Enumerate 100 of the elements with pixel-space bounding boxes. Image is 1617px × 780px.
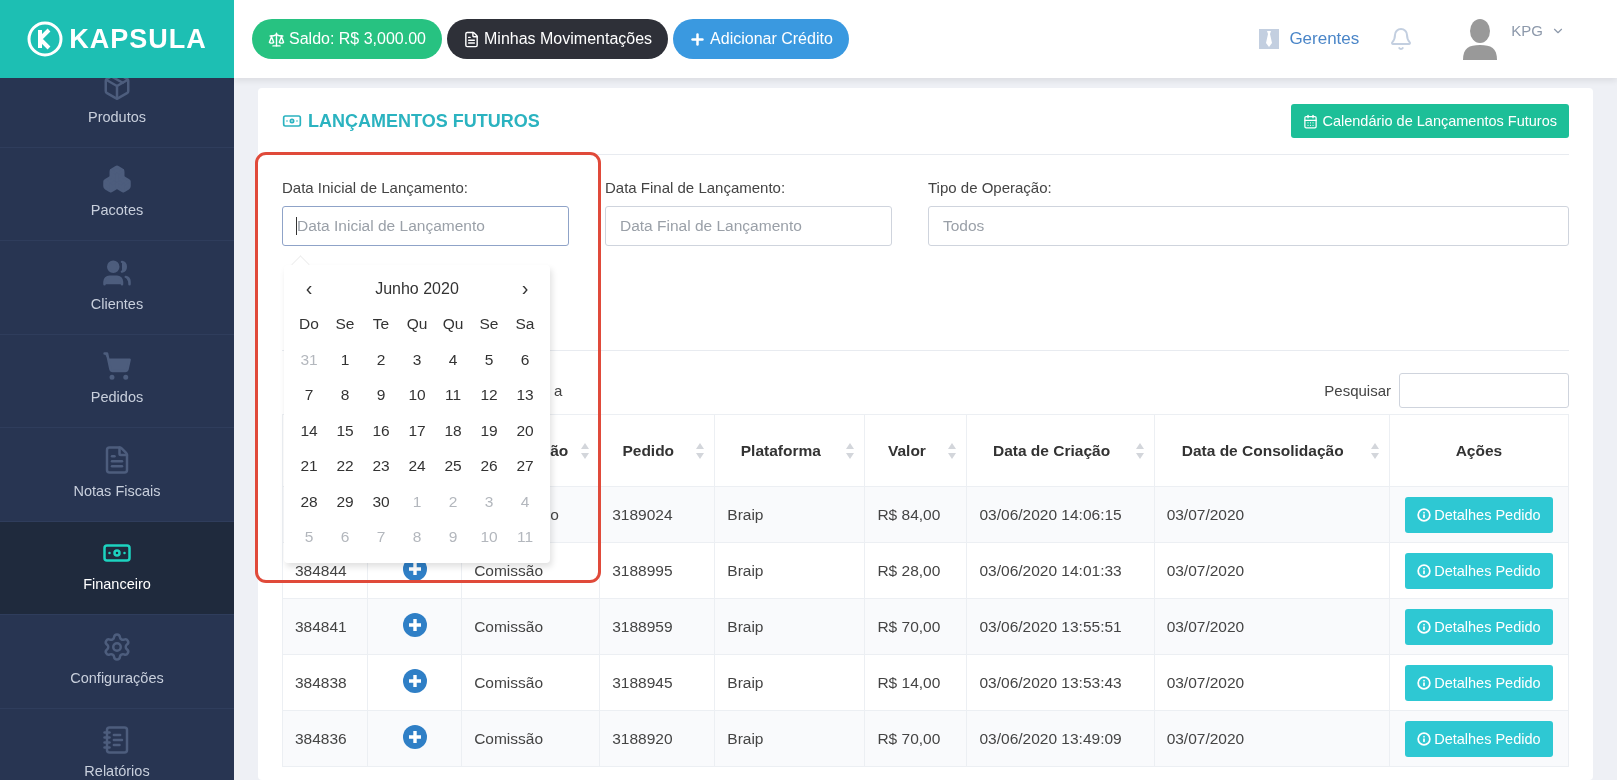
weekday-label: Sa (515, 315, 535, 334)
sidebar-item[interactable]: Produtos (0, 78, 234, 148)
table-cell: 3188945 (612, 673, 673, 691)
settings-icon (102, 631, 132, 662)
calendar-day[interactable]: 6 (520, 350, 530, 369)
table-cell: 03/06/2020 14:06:15 (979, 505, 1122, 523)
calendar-day[interactable]: 20 (516, 421, 534, 440)
calendar-day[interactable]: 3 (412, 350, 422, 369)
calendar-day[interactable]: 30 (372, 492, 390, 511)
calendar-day[interactable]: 27 (516, 457, 534, 476)
table-cell: 03/06/2020 14:01:33 (979, 561, 1122, 579)
sidebar-item[interactable]: Pacotes (0, 147, 234, 241)
calendar-day[interactable]: 21 (300, 457, 318, 476)
weekday-label: Se (479, 315, 499, 334)
statement-button[interactable]: Minhas Movimentações (447, 19, 669, 59)
scale-icon (268, 30, 285, 48)
expand-icon[interactable] (402, 724, 427, 749)
sidebar-item[interactable]: Financeiro (0, 521, 234, 615)
info-icon (1417, 563, 1432, 578)
sort-icon[interactable] (948, 443, 957, 459)
search-field[interactable] (1399, 373, 1569, 408)
calendar-day[interactable]: 14 (300, 421, 318, 440)
calendar-day[interactable]: 15 (336, 421, 354, 440)
text-cursor (296, 217, 297, 235)
calendar-day[interactable]: 12 (480, 386, 498, 405)
calendar-day[interactable]: 11 (444, 386, 462, 405)
logo-text: KAPSULA (69, 23, 207, 55)
calendar-day[interactable]: 7 (304, 386, 314, 405)
table-cell: o (550, 505, 559, 523)
filter-field[interactable]: Data Inicial de Lançamento (282, 206, 569, 246)
table-cell: R$ 70,00 (877, 617, 941, 635)
table-cell: 384841 (295, 617, 347, 635)
calendar-day[interactable]: 16 (372, 421, 390, 440)
table-cell: R$ 70,00 (877, 729, 941, 747)
sidebar-item[interactable]: Clientes (0, 241, 234, 335)
table-cell: Comissão (474, 617, 544, 635)
calendar-day[interactable]: 26 (480, 457, 498, 476)
previous-month-button[interactable]: ‹ (299, 277, 319, 301)
info-icon (1417, 731, 1432, 746)
table-cell: Braip (727, 673, 764, 691)
calendar-day[interactable]: 17 (408, 421, 426, 440)
calendar-day[interactable]: 18 (444, 421, 462, 440)
search-label: Pesquisar (1324, 382, 1391, 399)
box-icon (102, 78, 132, 101)
calendar-day[interactable]: 25 (444, 457, 462, 476)
sidebar-item[interactable]: Pedidos (0, 334, 234, 428)
calendar-day[interactable]: 2 (376, 350, 386, 369)
table-cell: 3188920 (612, 729, 673, 747)
column-header: ão (550, 441, 569, 459)
calendar-day[interactable]: 5 (484, 350, 494, 369)
calendar-day[interactable]: 22 (336, 457, 354, 476)
calendar-day[interactable]: 23 (372, 457, 390, 476)
sort-icon[interactable] (846, 443, 855, 459)
table-cell: R$ 84,00 (877, 505, 941, 523)
table-cell: 03/06/2020 13:55:51 (979, 617, 1122, 635)
table-cell: 03/07/2020 (1166, 561, 1245, 579)
filter-field[interactable]: Todos (928, 206, 1569, 246)
filter-label: Data Final de Lançamento: (605, 179, 787, 196)
column-header: Ações (1455, 441, 1503, 459)
weekday-label: Se (335, 315, 355, 334)
table-cell: 03/07/2020 (1166, 505, 1245, 523)
calendar-day[interactable]: 28 (300, 492, 318, 511)
table-cell: 3188995 (612, 561, 673, 579)
filter-field[interactable]: Data Final de Lançamento (605, 206, 892, 246)
table-cell: 03/06/2020 13:49:09 (979, 729, 1122, 747)
table-cell: 03/06/2020 13:53:43 (979, 673, 1122, 691)
document-icon (463, 30, 480, 48)
info-icon (1417, 507, 1432, 522)
managers-link[interactable]: Gerentes (1259, 29, 1360, 49)
table-cell: 3188959 (612, 617, 673, 635)
sort-icon[interactable] (581, 443, 590, 459)
calendar-day[interactable]: 29 (336, 492, 354, 511)
sidebar-item[interactable]: Relatórios (0, 708, 234, 780)
info-icon (1417, 675, 1432, 690)
calendar-day[interactable]: 13 (516, 386, 534, 405)
length-label: a (554, 382, 563, 399)
calendar-icon (1303, 113, 1319, 129)
calendar-day[interactable]: 19 (480, 421, 498, 440)
calendar-day[interactable]: 9 (376, 386, 386, 405)
column-header: Plataforma (740, 441, 821, 459)
sidebar-item[interactable]: Notas Fiscais (0, 428, 234, 522)
boxes-icon (102, 164, 132, 194)
sort-icon[interactable] (1135, 443, 1144, 459)
sort-icon[interactable] (696, 443, 705, 459)
logo-icon (27, 21, 64, 57)
calendar-day[interactable]: 4 (448, 350, 458, 369)
plus-icon (689, 30, 707, 48)
calendar-day[interactable]: 10 (408, 386, 426, 405)
weekday-label: Qu (406, 315, 428, 334)
expand-icon[interactable] (402, 612, 427, 637)
bell-icon[interactable] (1389, 27, 1414, 51)
sort-icon[interactable] (1370, 443, 1379, 459)
next-month-button[interactable]: › (515, 277, 535, 301)
expand-icon[interactable] (402, 668, 427, 693)
sidebar-item[interactable]: Configurações (0, 615, 234, 709)
table-cell: 03/07/2020 (1166, 673, 1245, 691)
calendar-day[interactable]: 1 (340, 350, 350, 369)
calendar-day[interactable]: 24 (408, 457, 426, 476)
table-cell: 3189024 (612, 505, 673, 523)
calendar-day[interactable]: 8 (340, 386, 350, 405)
